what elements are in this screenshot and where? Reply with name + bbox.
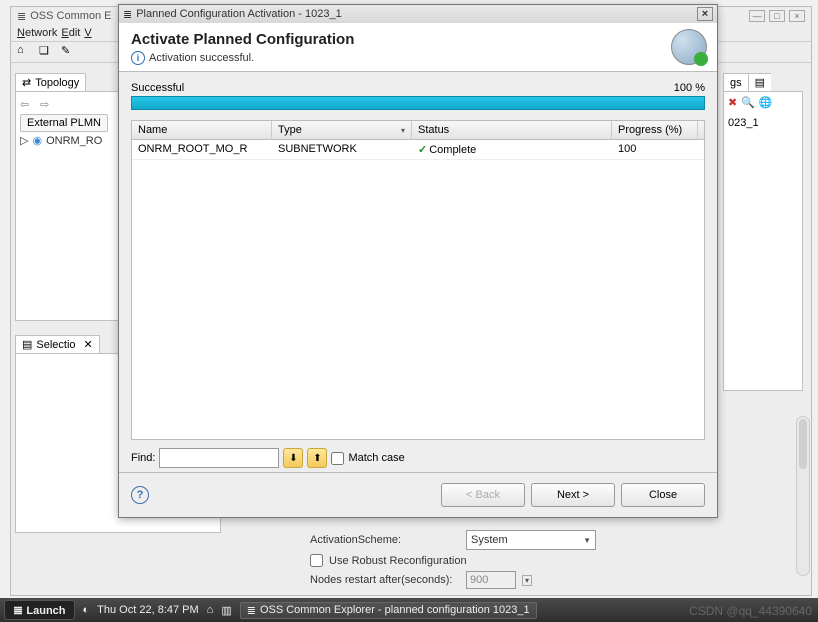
nav-back-icon[interactable]: ⇦ (20, 98, 36, 110)
watermark: CSDN @qq_44390640 (689, 604, 812, 618)
topology-tab[interactable]: ⇄ Topology (15, 73, 86, 91)
find-prev-button[interactable]: ⬆ (307, 448, 327, 468)
tray-icon[interactable]: ⌂ (207, 604, 214, 616)
find-bar: Find: ⬇ ⬆ Match case (131, 448, 705, 468)
tree-globe-icon: ◉ (32, 134, 42, 147)
nav-fwd-icon[interactable]: ⇨ (40, 98, 56, 110)
tray-icon[interactable]: ▥ (221, 604, 231, 617)
cell-progress: 100 (612, 140, 698, 159)
right-panel: ✖ 🔍 🌐 023_1 (723, 91, 803, 391)
spinner-icon[interactable]: ▾ (522, 575, 532, 586)
right-tab-icon[interactable]: ▤ (748, 73, 771, 91)
restart-label: Nodes restart after(seconds): (310, 574, 460, 586)
sort-icon: ▾ (401, 126, 405, 135)
find-label: Find: (131, 452, 155, 464)
help-icon[interactable]: ? (131, 486, 149, 504)
scheme-label: ActivationScheme: (310, 534, 460, 546)
next-button[interactable]: Next > (531, 483, 615, 507)
tree-expand-icon[interactable]: ▷ (20, 134, 28, 147)
check-icon: ✓ (418, 144, 427, 156)
col-type[interactable]: Type▾ (272, 121, 412, 139)
vertical-scrollbar[interactable] (796, 416, 810, 576)
restart-input: 900 (466, 571, 516, 589)
back-button: < Back (441, 483, 525, 507)
scheme-select[interactable]: System ▼ (466, 530, 596, 550)
topology-label: Topology (35, 77, 79, 89)
menu-edit[interactable]: Edit (61, 27, 80, 39)
delete-icon[interactable]: ✖ (728, 96, 737, 109)
globe-icon[interactable]: 🌐 (759, 96, 773, 109)
col-progress[interactable]: Progress (%) (612, 121, 698, 139)
dialog-footer: ? < Back Next > Close (119, 472, 717, 517)
results-table: Name Type▾ Status Progress (%) ONRM_ROOT… (131, 120, 705, 440)
globe-art-icon (671, 29, 707, 65)
info-icon: i (131, 51, 145, 65)
topology-icon: ⇄ (22, 76, 31, 89)
tab-close-icon[interactable]: ✕ (84, 338, 93, 351)
menu-network[interactable]: Network (17, 27, 57, 39)
activation-form: ActivationScheme: System ▼ Use Robust Re… (310, 530, 790, 593)
chevron-down-icon: ▼ (583, 536, 591, 545)
launch-button[interactable]: ≣ Launch (4, 600, 75, 620)
robust-checkbox[interactable] (310, 554, 323, 567)
menu-view[interactable]: V (84, 27, 91, 39)
dialog-subtext: Activation successful. (149, 52, 254, 64)
progress-bar (131, 96, 705, 110)
dialog-heading: Activate Planned Configuration (131, 31, 705, 48)
search-icon[interactable]: 🔍 (741, 96, 755, 109)
maximize-button[interactable]: □ (769, 10, 785, 22)
robust-label: Use Robust Reconfiguration (329, 555, 467, 567)
close-dialog-button[interactable]: Close (621, 483, 705, 507)
dialog-title: Planned Configuration Activation - 1023_… (136, 8, 341, 20)
close-button[interactable]: × (789, 10, 805, 22)
right-sub-label: 023_1 (724, 113, 802, 133)
tray-icon[interactable]: ◐ (83, 604, 90, 616)
selection-tab[interactable]: ▤ Selectio ✕ (15, 335, 100, 353)
dialog-close-button[interactable]: × (697, 7, 713, 21)
selection-icon: ▤ (22, 338, 32, 351)
task-label: OSS Common Explorer - planned configurat… (260, 604, 530, 616)
main-window-title: OSS Common E (30, 10, 111, 22)
toolbar-icon[interactable]: ⌂ (17, 44, 33, 60)
cell-status: ✓Complete (412, 140, 612, 159)
clock[interactable]: Thu Oct 22, 8:47 PM (97, 604, 199, 616)
table-row[interactable]: ONRM_ROOT_MO_R SUBNETWORK ✓Complete 100 (132, 140, 704, 160)
selection-label: Selectio (36, 339, 75, 351)
find-next-button[interactable]: ⬇ (283, 448, 303, 468)
task-icon: ≣ (247, 604, 256, 617)
external-plmn-button[interactable]: External PLMN (20, 114, 108, 132)
dialog-icon: ≣ (123, 8, 132, 21)
toolbar-icon[interactable]: ✎ (61, 44, 77, 60)
col-name[interactable]: Name (132, 121, 272, 139)
cell-name: ONRM_ROOT_MO_R (132, 140, 272, 159)
app-icon: ≣ (17, 10, 26, 23)
right-tab[interactable]: gs (723, 73, 748, 91)
find-input[interactable] (159, 448, 279, 468)
col-status[interactable]: Status (412, 121, 612, 139)
activation-dialog: ≣ Planned Configuration Activation - 102… (118, 4, 718, 518)
taskbar-item[interactable]: ≣ OSS Common Explorer - planned configur… (240, 602, 537, 619)
dialog-header: Activate Planned Configuration i Activat… (119, 23, 717, 72)
right-tab-label: gs (730, 77, 742, 89)
scheme-value: System (471, 534, 508, 546)
match-case-checkbox[interactable] (331, 452, 344, 465)
tree-root-label: ONRM_RO (46, 135, 102, 147)
toolbar-icon[interactable]: ❏ (39, 44, 55, 60)
progress-label: Successful (131, 82, 184, 94)
minimize-button[interactable]: — (749, 10, 765, 22)
dialog-titlebar[interactable]: ≣ Planned Configuration Activation - 102… (119, 5, 717, 23)
cell-type: SUBNETWORK (272, 140, 412, 159)
progress-percent: 100 % (674, 82, 705, 94)
restart-value: 900 (470, 574, 488, 586)
match-case-label: Match case (348, 452, 404, 464)
